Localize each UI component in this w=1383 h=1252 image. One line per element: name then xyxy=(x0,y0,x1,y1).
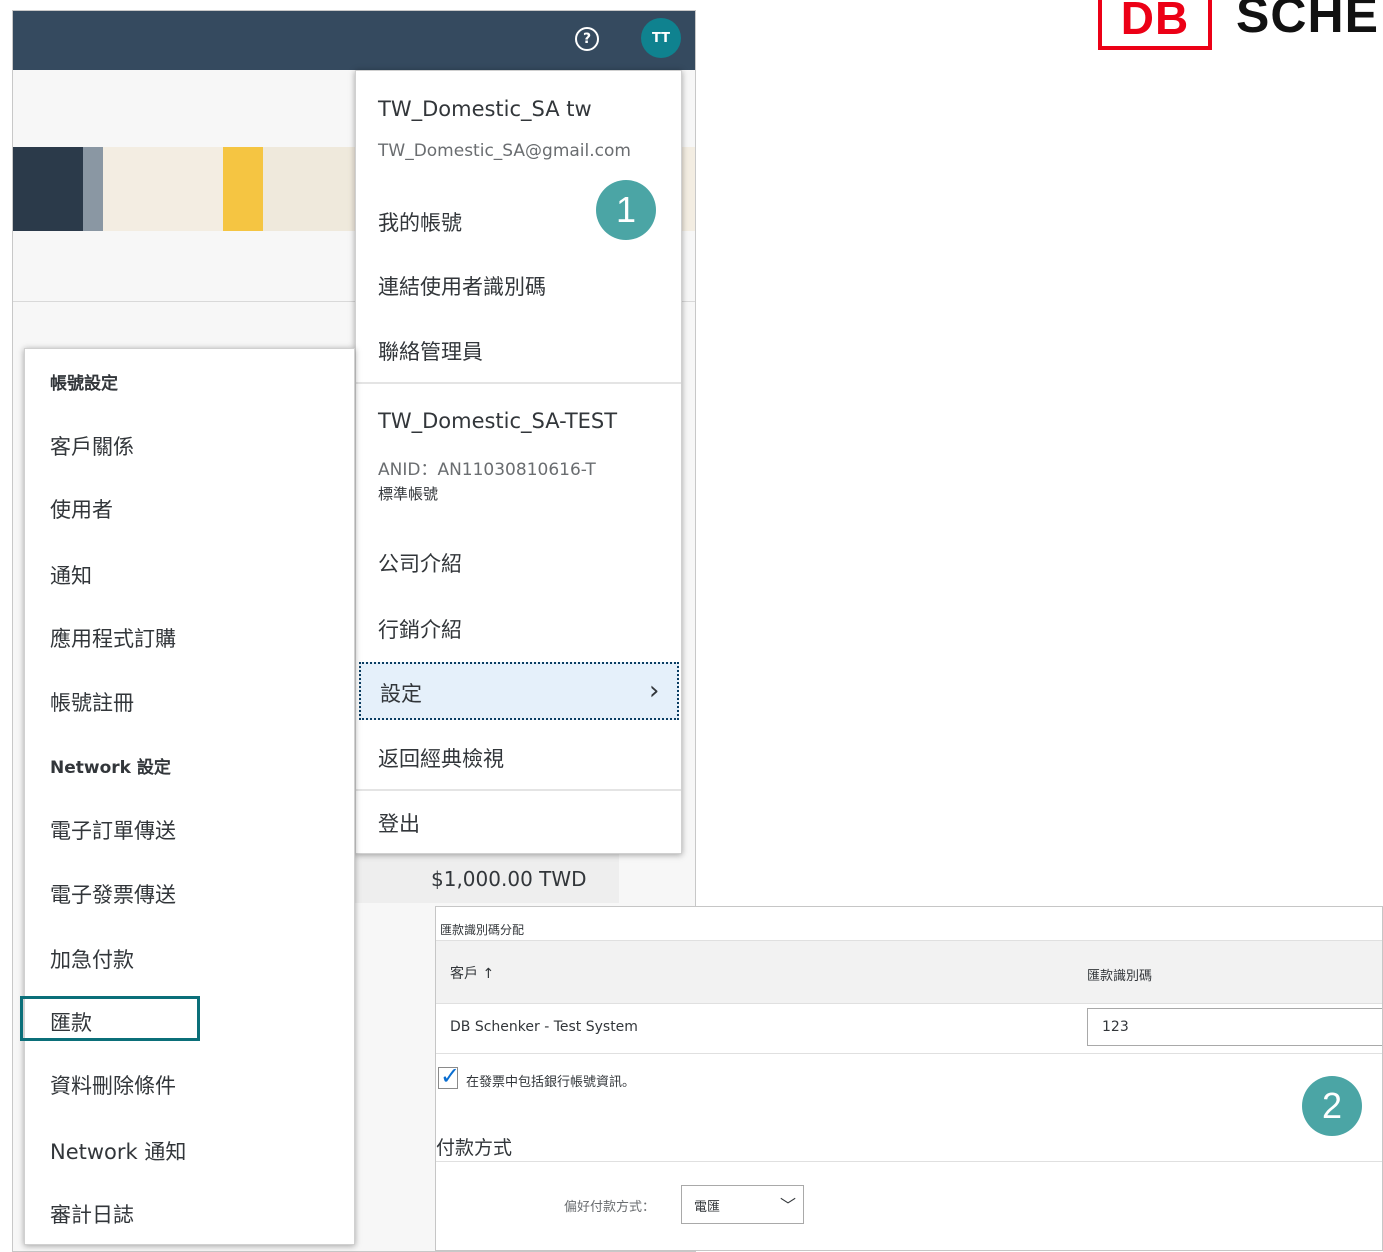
user-avatar[interactable]: TT xyxy=(641,18,681,58)
user-email: TW_Domestic_SA@gmail.com xyxy=(378,141,631,161)
menu-item-company-profile[interactable]: 公司介紹 xyxy=(378,548,462,578)
menu-divider xyxy=(356,789,681,791)
submenu-item-accelerated-payments[interactable]: 加急付款 xyxy=(50,944,134,974)
account-type: 標準帳號 xyxy=(378,485,439,503)
column-header-remittance-id: 匯款識別碼 xyxy=(1087,969,1153,984)
submenu-item-electronic-invoice-routing[interactable]: 電子發票傳送 xyxy=(50,879,176,909)
menu-divider xyxy=(356,382,681,384)
payment-method-section-title: 付款方式 xyxy=(436,1137,513,1159)
settings-label: 設定 xyxy=(380,682,422,706)
section-header-network-settings: Network 設定 xyxy=(50,758,171,778)
include-bank-info-label: 在發票中包括銀行帳號資訊。 xyxy=(466,1075,636,1090)
db-logo: DB xyxy=(1098,0,1212,50)
help-icon[interactable]: ? xyxy=(575,27,599,51)
menu-item-my-account[interactable]: 我的帳號 xyxy=(378,207,462,237)
preferred-payment-label: 偏好付款方式： xyxy=(564,1200,656,1215)
remittances-highlight-box xyxy=(20,996,200,1041)
step-badge-1: 1 xyxy=(596,180,656,240)
menu-item-classic-view[interactable]: 返回經典檢視 xyxy=(378,743,504,773)
anid-label: ANID：AN11030810616-T xyxy=(378,460,596,480)
column-header-customer[interactable]: 客戶 ↑ xyxy=(450,963,494,983)
preferred-payment-value: 電匯 xyxy=(694,1200,721,1215)
menu-item-link-user-ids[interactable]: 連結使用者識別碼 xyxy=(378,271,546,301)
submenu-item-network-notifications[interactable]: Network 通知 xyxy=(50,1136,186,1166)
amount-value: $1,000.00 TWD xyxy=(431,867,587,891)
submenu-item-electronic-order-routing[interactable]: 電子訂單傳送 xyxy=(50,815,176,845)
remittance-id-input[interactable] xyxy=(1087,1008,1382,1046)
menu-item-logout[interactable]: 登出 xyxy=(378,808,420,838)
submenu-item-users[interactable]: 使用者 xyxy=(50,494,113,524)
settings-submenu: 帳號設定 客戶關係 使用者 通知 應用程式訂購 帳號註冊 Network 設定 … xyxy=(24,348,355,1245)
table-header: 客戶 ↑ 匯款識別碼 xyxy=(436,940,1382,1004)
menu-item-settings[interactable]: 設定 › xyxy=(359,662,679,720)
customer-name: DB Schenker - Test System xyxy=(450,1019,638,1035)
preferred-payment-select[interactable]: 電匯 ﹀ xyxy=(681,1185,804,1224)
checkmark-icon: ✓ xyxy=(440,1062,461,1090)
divider xyxy=(436,1161,1382,1162)
remittance-id-panel: 匯款識別碼分配 客戶 ↑ 匯款識別碼 DB Schenker - Test Sy… xyxy=(435,906,1383,1251)
section-header-account-settings: 帳號設定 xyxy=(50,374,118,394)
table-row: DB Schenker - Test System xyxy=(436,1003,1382,1054)
submenu-item-account-registration[interactable]: 帳號註冊 xyxy=(50,687,134,717)
submenu-item-app-subscriptions[interactable]: 應用程式訂購 xyxy=(50,623,176,653)
chevron-down-icon: ﹀ xyxy=(780,1196,797,1215)
submenu-item-customer-relationships[interactable]: 客戶關係 xyxy=(50,431,134,461)
user-name: TW_Domestic_SA tw xyxy=(378,97,592,121)
menu-item-contact-admin[interactable]: 聯絡管理員 xyxy=(378,336,483,366)
step-badge-2: 2 xyxy=(1302,1076,1362,1136)
db-schenker-wordmark: SCHE xyxy=(1236,0,1379,43)
include-bank-info-checkbox[interactable]: ✓ xyxy=(438,1062,460,1090)
panel-title: 匯款識別碼分配 xyxy=(440,923,525,937)
top-shell-bar: ? TT xyxy=(13,11,695,70)
chevron-right-icon: › xyxy=(649,676,660,706)
menu-item-marketing-profile[interactable]: 行銷介紹 xyxy=(378,614,462,644)
submenu-item-data-deletion-criteria[interactable]: 資料刪除條件 xyxy=(50,1070,176,1100)
submenu-item-notifications[interactable]: 通知 xyxy=(50,560,92,590)
org-name: TW_Domestic_SA-TEST xyxy=(378,409,618,433)
submenu-item-audit-logs[interactable]: 審計日誌 xyxy=(50,1199,134,1229)
